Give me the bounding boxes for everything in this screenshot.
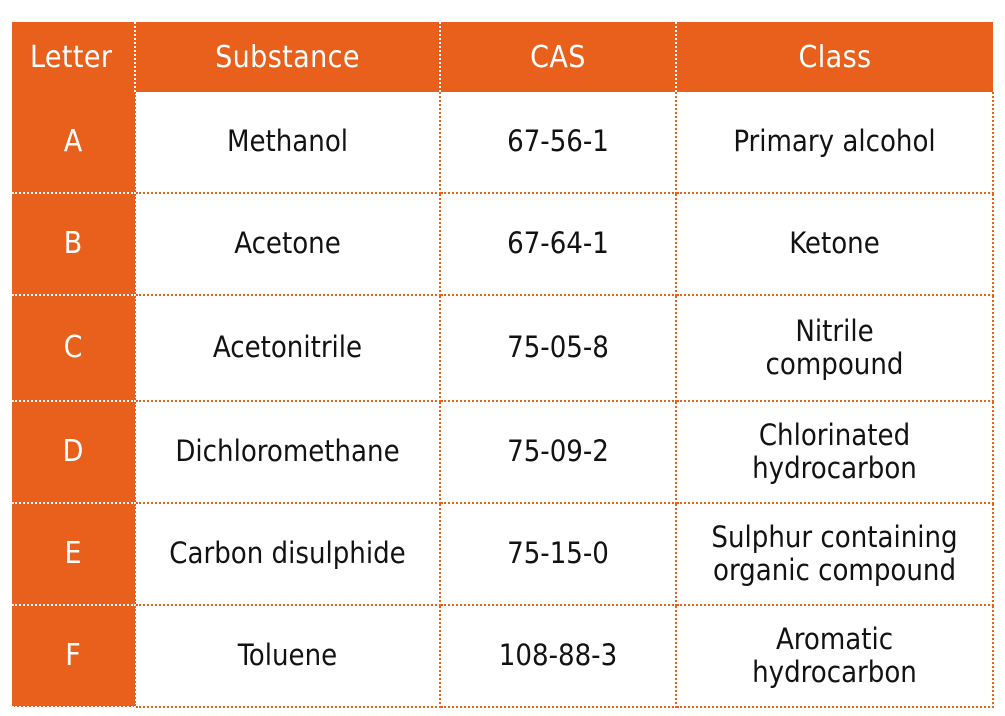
cell-substance: Dichloromethane bbox=[134, 401, 441, 504]
header-row: Letter Substance CAS Class bbox=[12, 22, 993, 92]
table-sheet: Letter Substance CAS Class A Methanol 67… bbox=[0, 0, 1005, 716]
table-body: A Methanol 67-56-1 Primary alcohol B Ace… bbox=[12, 92, 994, 708]
table-row: C Acetonitrile 75-05-8 Nitrile compound bbox=[12, 295, 994, 402]
cell-class-line-2: hydrocarbon bbox=[752, 655, 917, 689]
cell-class-line-2: compound bbox=[765, 347, 904, 381]
cell-cas: 75-15-0 bbox=[440, 503, 677, 606]
cell-class-line-1: Aromatic bbox=[775, 621, 894, 656]
cell-letter: C bbox=[12, 295, 135, 402]
cell-substance: Methanol bbox=[134, 92, 441, 194]
cell-cas: 108-88-3 bbox=[440, 605, 677, 708]
cell-class: Sulphur containing organic compound bbox=[676, 503, 994, 606]
table-row: E Carbon disulphide 75-15-0 Sulphur cont… bbox=[12, 503, 994, 606]
cell-class: Primary alcohol bbox=[676, 92, 994, 194]
table-header: Letter Substance CAS Class bbox=[12, 22, 993, 92]
cell-class-line-1: Chlorinated bbox=[758, 417, 911, 452]
cell-class: Chlorinated hydrocarbon bbox=[676, 401, 994, 504]
table-row: F Toluene 108-88-3 Aromatic hydrocarbon bbox=[12, 605, 994, 708]
cell-class: Ketone bbox=[676, 193, 994, 296]
cell-class-line-1: Nitrile bbox=[795, 313, 874, 348]
cell-class-line-2: organic compound bbox=[712, 553, 957, 587]
cell-class: Nitrile compound bbox=[676, 295, 994, 402]
table-row: D Dichloromethane 75-09-2 Chlorinated hy… bbox=[12, 401, 994, 504]
table-row: B Acetone 67-64-1 Ketone bbox=[12, 193, 994, 296]
cell-class: Aromatic hydrocarbon bbox=[676, 605, 994, 708]
cell-class-line-2: hydrocarbon bbox=[752, 451, 917, 485]
substance-table: Letter Substance CAS Class A Methanol 67… bbox=[12, 22, 994, 708]
cell-substance: Toluene bbox=[134, 605, 441, 708]
cell-letter: F bbox=[12, 605, 135, 708]
cell-cas: 75-05-8 bbox=[440, 295, 677, 402]
cell-substance: Carbon disulphide bbox=[134, 503, 441, 606]
cell-substance: Acetonitrile bbox=[134, 295, 441, 402]
cell-letter: D bbox=[12, 401, 135, 504]
column-header-substance: Substance bbox=[134, 22, 440, 92]
cell-class-line-1: Ketone bbox=[789, 226, 880, 261]
column-header-class: Class bbox=[675, 22, 993, 92]
cell-cas: 75-09-2 bbox=[440, 401, 677, 504]
cell-cas: 67-64-1 bbox=[440, 193, 677, 296]
cell-class-line-1: Sulphur containing bbox=[711, 519, 958, 554]
table-row: A Methanol 67-56-1 Primary alcohol bbox=[12, 92, 994, 194]
cell-letter: A bbox=[12, 92, 135, 194]
column-header-letter: Letter bbox=[12, 22, 135, 92]
cell-letter: E bbox=[12, 503, 135, 606]
column-header-cas: CAS bbox=[439, 22, 676, 92]
cell-letter: B bbox=[12, 193, 135, 296]
cell-cas: 67-56-1 bbox=[440, 92, 677, 194]
cell-substance: Acetone bbox=[134, 193, 441, 296]
cell-class-line-1: Primary alcohol bbox=[733, 124, 936, 159]
